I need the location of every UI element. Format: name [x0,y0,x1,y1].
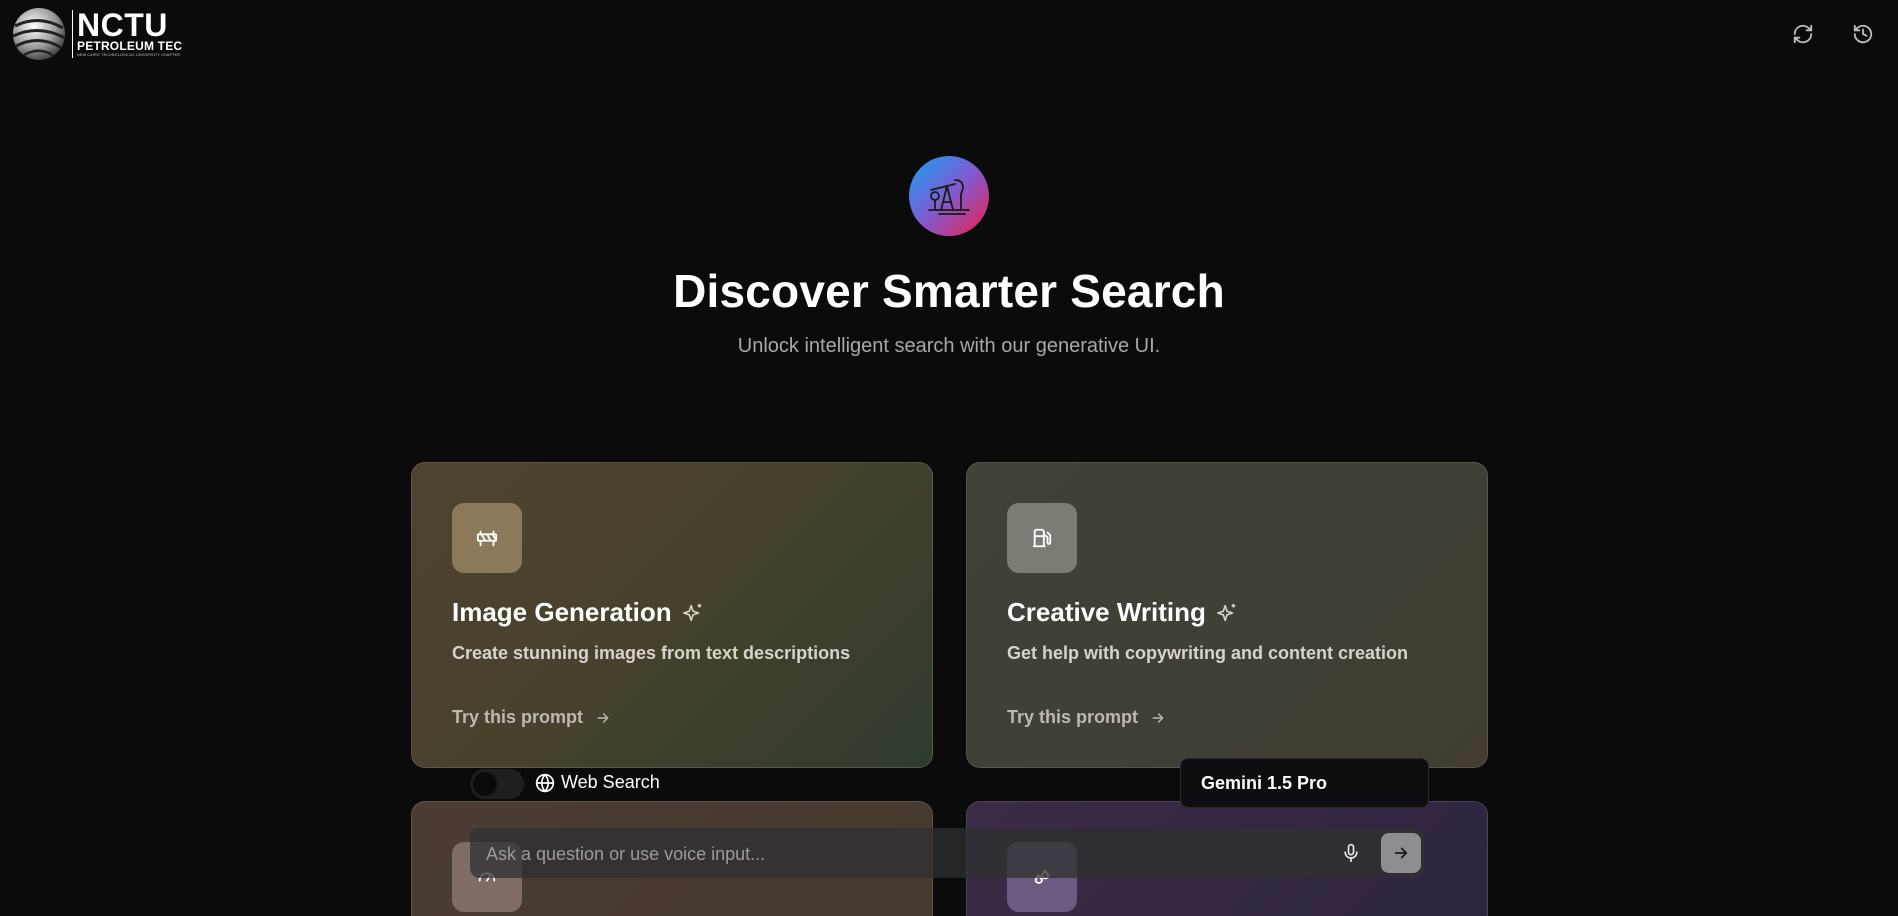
page-title: Discover Smarter Search [673,265,1225,317]
logo-subtitle: PETROLEUM TEC [77,39,183,53]
arrow-right-icon [597,712,609,723]
try-prompt-link[interactable]: Try this prompt [1007,707,1166,728]
fuel-icon [1032,528,1052,548]
sparkles-icon [682,603,701,621]
card-icon-box [1007,503,1077,573]
web-search-label-group[interactable]: Web Search [535,772,660,793]
chat-input-bar [470,828,1424,880]
toggle-knob [473,772,497,796]
refresh-icon [1793,24,1813,44]
arrow-right-icon [1394,847,1408,859]
history-icon [1853,24,1873,44]
model-selector[interactable]: Gemini 1.5 Pro [1180,758,1429,808]
web-search-label: Web Search [561,772,660,792]
globe-logo-icon [12,8,66,60]
search-input[interactable] [484,828,1308,880]
hero-badge [909,156,989,236]
oil-pumpjack-icon [928,179,970,215]
microphone-icon [1344,843,1358,863]
voice-input-button[interactable] [1338,840,1364,866]
card-icon-box [452,503,522,573]
card-description: Create stunning images from text descrip… [452,643,851,663]
try-prompt-label: Try this prompt [452,707,584,727]
card-description: Get help with copywriting and content cr… [1007,643,1409,663]
model-name: Gemini 1.5 Pro [1201,772,1328,793]
barrier-icon [476,530,498,547]
globe-icon [535,773,555,793]
prompt-card-image-generation[interactable]: Image Generation Create stunning images … [411,462,933,768]
logo-tagline: NEW CAIRO TECHNOLOGICAL UNIVERSITY CHAPT… [77,53,181,57]
logo-text: NCTU PETROLEUM TEC NEW CAIRO TECHNOLOGIC… [72,7,183,58]
card-title-text: Image Generation [452,597,672,627]
web-search-toggle[interactable] [470,769,524,799]
refresh-button[interactable] [1787,18,1819,50]
sparkles-icon [1216,603,1236,621]
logo-title: NCTU [77,7,168,43]
card-title: Image Generation [452,597,704,628]
card-title-text: Creative Writing [1007,597,1206,627]
app-page: NCTU PETROLEUM TEC NEW CAIRO TECHNOLOGIC… [0,0,1898,916]
brand-logo[interactable]: NCTU PETROLEUM TEC NEW CAIRO TECHNOLOGIC… [10,6,182,62]
try-prompt-label: Try this prompt [1007,707,1139,727]
card-title: Creative Writing [1007,597,1238,628]
prompt-card-creative-writing[interactable]: Creative Writing Get help with copywriti… [966,462,1488,768]
history-button[interactable] [1847,18,1879,50]
page-subtitle: Unlock intelligent search with our gener… [737,335,1161,357]
try-prompt-link[interactable]: Try this prompt [452,707,611,728]
arrow-right-icon [1152,712,1164,723]
send-button[interactable] [1381,833,1421,873]
